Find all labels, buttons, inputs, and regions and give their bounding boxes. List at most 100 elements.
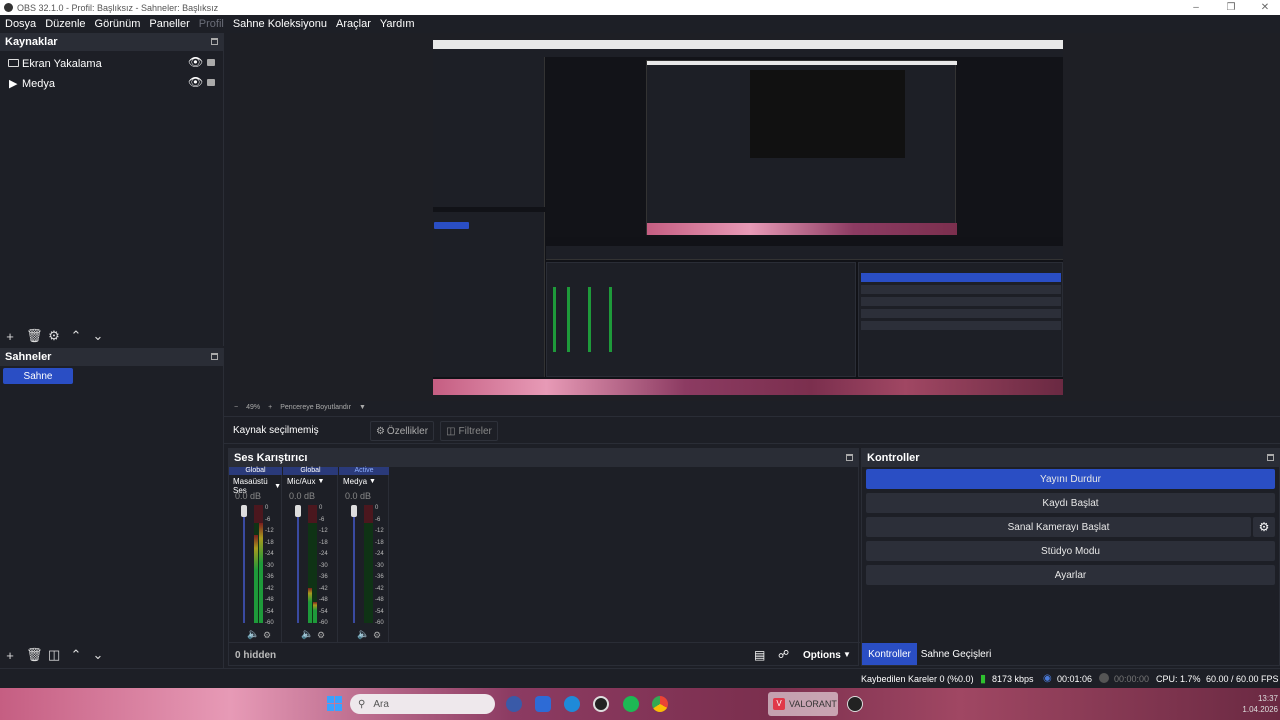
store-icon[interactable] [535, 696, 551, 712]
channel-tag: Active [339, 467, 389, 475]
undock-icon[interactable] [211, 38, 218, 45]
scale-tick: -54 [265, 608, 274, 615]
taskbar-clock[interactable]: 13:37 1.04.2026 [1233, 693, 1278, 715]
taskbar-search[interactable]: ⚲ Ara [350, 694, 495, 714]
studio-mode-button[interactable]: Stüdyo Modu [866, 541, 1275, 561]
tab-scene-transitions[interactable]: Sahne Geçişleri [920, 643, 992, 665]
preview-canvas[interactable] [433, 40, 1063, 395]
controls-title: Kontroller [867, 452, 920, 464]
media-player-icon[interactable] [593, 696, 609, 712]
steam-icon[interactable] [847, 696, 863, 712]
gear-icon[interactable]: ⚙ [48, 328, 60, 344]
link-icon[interactable]: ☍ [778, 648, 789, 661]
minimize-button[interactable]: – [1179, 0, 1213, 15]
layout-icon[interactable]: ▤ [754, 648, 765, 662]
channel-menu-icon[interactable]: ⚙ [373, 630, 381, 641]
chevron-down-icon[interactable]: ⌄ [92, 647, 104, 663]
maximize-button[interactable]: ❐ [1214, 0, 1248, 15]
scale-tick: -18 [265, 539, 274, 546]
undock-icon[interactable] [846, 454, 853, 461]
scale-tick: -42 [265, 585, 274, 592]
scale-tick: -60 [375, 620, 384, 626]
eye-icon[interactable]: 👁 [188, 55, 203, 69]
caret-down-icon[interactable]: ▼ [843, 650, 851, 659]
nested-stream-btn [861, 273, 1061, 282]
undock-icon[interactable] [1267, 454, 1274, 461]
valorant-taskbar-button[interactable]: V VALORANT [768, 692, 838, 716]
volume-slider-handle[interactable] [351, 505, 357, 517]
chevron-up-icon[interactable]: ⌃ [70, 647, 82, 663]
caret-down-icon[interactable]: ▼ [359, 404, 366, 411]
chevron-up-icon[interactable]: ⌃ [70, 328, 82, 344]
windows-start-icon[interactable] [327, 696, 342, 711]
window-title: OBS 32.1.0 - Profil: Başlıksız - Sahnele… [17, 2, 219, 13]
scale-tick: -42 [375, 585, 384, 592]
source-item[interactable]: Ekran Yakalama 👁 [0, 54, 224, 74]
menu-help[interactable]: Yardım [380, 18, 415, 30]
volume-slider[interactable] [243, 507, 245, 623]
undock-icon[interactable] [211, 353, 218, 360]
nested-scenes [433, 212, 545, 377]
nested-inner-preview [750, 70, 905, 158]
speaker-icon[interactable]: 🔈 [357, 629, 369, 640]
obs-taskbar-icon[interactable] [506, 696, 522, 712]
menu-file[interactable]: Dosya [5, 18, 36, 30]
options-button[interactable]: Options [803, 650, 841, 661]
start-virtual-camera-button[interactable]: Sanal Kamerayı Başlat [866, 517, 1251, 537]
chevron-down-icon[interactable]: ⌄ [92, 328, 104, 344]
source-item[interactable]: ▶ Medya 👁 [0, 74, 224, 94]
title-bar: OBS 32.1.0 - Profil: Başlıksız - Sahnele… [0, 0, 1280, 15]
scale-tick: -6 [319, 516, 325, 523]
trash-icon[interactable]: 🗑 [26, 328, 43, 344]
menu-profile[interactable]: Profil [199, 18, 224, 30]
add-icon[interactable]: + [4, 648, 16, 663]
stop-stream-button[interactable]: Yayını Durdur [866, 469, 1275, 489]
settings-button[interactable]: Ayarlar [866, 565, 1275, 585]
menu-view[interactable]: Görünüm [95, 18, 141, 30]
scale-tick: -12 [375, 528, 384, 534]
channel-name: Mic/Aux [287, 477, 316, 486]
gear-icon: ⚙ [1258, 520, 1270, 534]
menu-edit[interactable]: Düzenle [45, 18, 85, 30]
nested-meter [553, 287, 556, 352]
volume-slider[interactable] [353, 507, 355, 623]
volume-slider-handle[interactable] [241, 505, 247, 517]
channel-menu-icon[interactable]: ⚙ [317, 630, 325, 641]
chrome-icon[interactable] [652, 696, 668, 712]
lock-icon[interactable] [207, 59, 215, 66]
menu-scene-collection[interactable]: Sahne Koleksiyonu [233, 18, 327, 30]
nested-meter [588, 287, 591, 352]
channel-tag: Global [283, 467, 338, 475]
speaker-icon[interactable]: 🔈 [247, 629, 259, 640]
channel-name-dropdown[interactable]: Mic/Aux ▼ [287, 477, 324, 486]
close-button[interactable]: ✕ [1248, 0, 1280, 15]
add-icon[interactable]: + [4, 329, 16, 344]
lock-icon[interactable] [207, 79, 215, 86]
source-name: Ekran Yakalama [22, 58, 102, 70]
channel-menu-icon[interactable]: ⚙ [263, 630, 271, 641]
volume-slider[interactable] [297, 507, 299, 623]
tab-controls[interactable]: Kontroller [862, 643, 917, 665]
channel-name-dropdown[interactable]: Medya ▼ [343, 477, 376, 486]
mixer-header: Ses Karıştırıcı [229, 449, 858, 467]
properties-button[interactable]: ⚙ Özellikler [370, 421, 434, 441]
menu-docks[interactable]: Paneller [149, 18, 189, 30]
filter-icon[interactable]: ◫ [48, 647, 60, 663]
menu-tools[interactable]: Araçlar [336, 18, 371, 30]
eye-icon[interactable]: 👁 [188, 75, 203, 89]
zoom-in-button[interactable]: + [268, 404, 272, 411]
volume-slider-handle[interactable] [295, 505, 301, 517]
trash-icon[interactable]: 🗑 [26, 647, 43, 663]
zoom-out-button[interactable]: − [234, 404, 238, 411]
filters-button[interactable]: ◫ Filtreler [440, 421, 498, 441]
scale-tick: -54 [375, 608, 384, 615]
fps: 60.00 / 60.00 FPS [1206, 674, 1279, 684]
start-recording-button[interactable]: Kaydı Başlat [866, 493, 1275, 513]
virtual-camera-settings-button[interactable]: ⚙ [1253, 517, 1275, 537]
speaker-icon[interactable]: 🔈 [301, 629, 313, 640]
edge-icon[interactable] [564, 696, 580, 712]
scene-item[interactable]: Sahne [3, 368, 73, 384]
fit-label[interactable]: Pencereye Boyutlandır [280, 404, 351, 411]
filters-label: Filtreler [458, 425, 492, 437]
spotify-icon[interactable] [623, 696, 639, 712]
